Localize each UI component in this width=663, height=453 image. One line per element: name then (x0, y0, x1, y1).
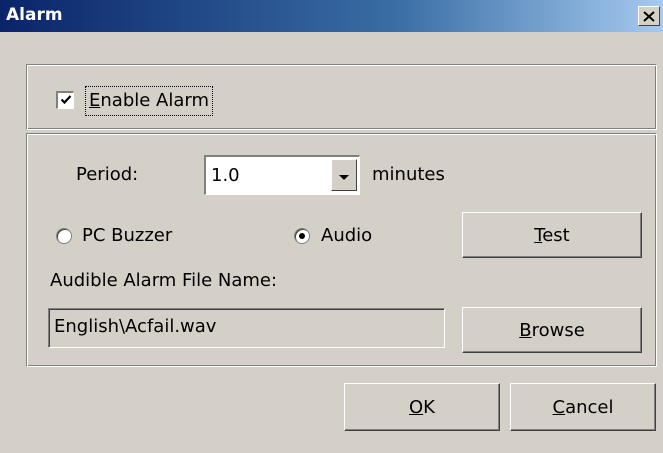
alarm-dialog: Alarm Enable Alarm Period: 1.0 minutes P… (0, 0, 663, 453)
browse-button[interactable]: Browse (462, 307, 642, 353)
cancel-button-label: Cancel (552, 396, 614, 418)
test-button-label: Test (534, 224, 570, 246)
close-icon (643, 10, 655, 22)
radio-selected-dot (299, 233, 305, 239)
close-button[interactable] (638, 6, 660, 26)
audio-label[interactable]: Audio (321, 225, 372, 246)
enable-alarm-label[interactable]: Enable Alarm (85, 86, 213, 116)
browse-button-label: Browse (519, 319, 585, 341)
pc-buzzer-label[interactable]: PC Buzzer (82, 225, 172, 246)
cancel-button[interactable]: Cancel (510, 383, 656, 431)
period-label: Period: (76, 164, 139, 185)
chevron-down-icon (339, 165, 349, 186)
file-name-value: English\Acfail.wav (54, 316, 217, 337)
ok-button-label: OK (409, 396, 435, 418)
period-combobox[interactable]: 1.0 (204, 155, 360, 195)
title-bar[interactable]: Alarm (0, 0, 663, 32)
window-title: Alarm (6, 5, 63, 25)
pc-buzzer-radio[interactable] (56, 228, 72, 244)
period-unit-label: minutes (372, 164, 445, 185)
period-dropdown-button[interactable] (331, 159, 357, 191)
file-name-label: Audible Alarm File Name: (50, 270, 278, 291)
checkmark-icon (60, 90, 72, 111)
file-name-field: English\Acfail.wav (48, 308, 445, 348)
enable-alarm-checkbox[interactable] (56, 91, 74, 109)
test-button[interactable]: Test (462, 212, 642, 258)
audio-radio[interactable] (294, 228, 310, 244)
period-value: 1.0 (211, 165, 240, 186)
ok-button[interactable]: OK (344, 383, 500, 431)
